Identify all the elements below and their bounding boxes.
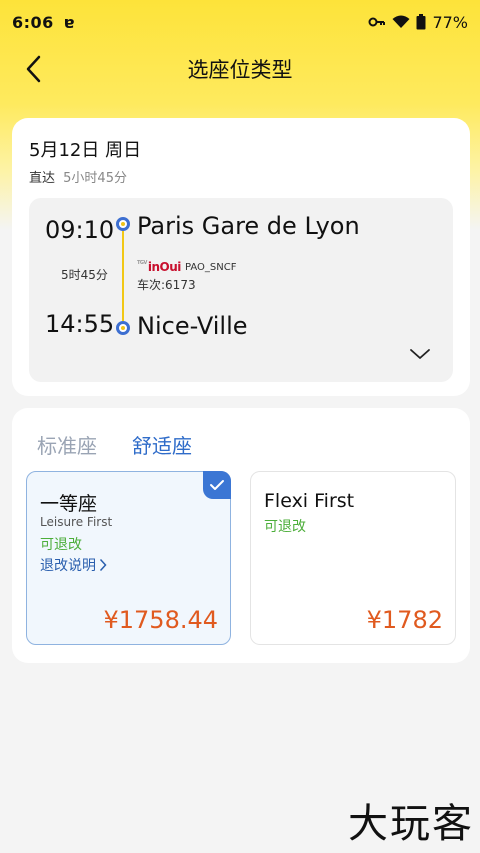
watermark-logo: 大玩客 bbox=[348, 801, 474, 847]
route-details[interactable]: 09:10 5时45分 14:55 Paris Gare de Lyon TGV… bbox=[29, 198, 453, 382]
page-title: 选座位类型 bbox=[187, 58, 293, 82]
train-number: 车次:6173 bbox=[137, 278, 196, 292]
option-price: ¥1782 bbox=[366, 606, 443, 634]
option-english-name: Leisure First bbox=[40, 515, 113, 529]
arrival-dot bbox=[116, 321, 130, 335]
expand-button[interactable] bbox=[409, 346, 431, 360]
total-duration: 5小时45分 bbox=[63, 171, 127, 186]
route-line bbox=[122, 231, 124, 321]
option-refund: 可退改 bbox=[264, 519, 306, 535]
operator-code: PAO_SNCF bbox=[185, 261, 237, 273]
chevron-right-icon bbox=[99, 558, 107, 572]
segment-duration: 5时45分 bbox=[61, 268, 108, 282]
brand-name: inOui bbox=[147, 260, 182, 274]
departure-dot bbox=[116, 217, 130, 231]
key-icon bbox=[368, 16, 386, 28]
nav-bar: 选座位类型 bbox=[0, 44, 480, 94]
seat-option-leisure-first[interactable]: 一等座 Leisure First 可退改 退改说明 ¥1758.44 bbox=[26, 471, 231, 645]
brand-prefix: TGV bbox=[137, 260, 147, 266]
back-arrow-icon bbox=[26, 55, 41, 83]
seat-class-card: 标准座 舒适座 一等座 Leisure First 可退改 退改说明 ¥1758… bbox=[12, 408, 470, 663]
refund-rules-label: 退改说明 bbox=[40, 558, 96, 574]
train-brand-logo: TGV inOui bbox=[137, 260, 182, 274]
departure-station: Paris Gare de Lyon bbox=[137, 212, 360, 240]
arrival-time: 14:55 bbox=[45, 310, 115, 338]
direct-label: 直达 bbox=[29, 171, 56, 186]
refund-rules-link[interactable]: 退改说明 bbox=[40, 555, 107, 575]
chevron-down-icon bbox=[410, 349, 430, 359]
status-right: 77% bbox=[368, 13, 468, 32]
status-bar: 6:06 ɐ 77% bbox=[0, 0, 480, 44]
option-name: 一等座 bbox=[40, 493, 98, 515]
seat-option-flexi-first[interactable]: Flexi First 可退改 ¥1782 bbox=[250, 471, 456, 645]
option-name: Flexi First bbox=[264, 490, 355, 512]
tab-comfort[interactable]: 舒适座 bbox=[132, 430, 192, 459]
battery-icon bbox=[416, 14, 426, 30]
status-time: 6:06 bbox=[12, 12, 54, 32]
option-price: ¥1758.44 bbox=[103, 606, 218, 634]
app-notification-icon: ɐ bbox=[63, 12, 75, 32]
battery-percent: 77% bbox=[432, 12, 468, 32]
trip-subtitle: 直达 5小时45分 bbox=[29, 167, 127, 186]
departure-time: 09:10 bbox=[45, 216, 115, 244]
operator-info: TGV inOui PAO_SNCF bbox=[137, 260, 237, 274]
trip-date: 5月12日 周日 bbox=[29, 140, 142, 161]
tab-standard[interactable]: 标准座 bbox=[37, 430, 97, 459]
trip-summary-card: 5月12日 周日 直达 5小时45分 09:10 5时45分 14:55 Par… bbox=[12, 118, 470, 396]
check-icon bbox=[210, 480, 224, 490]
arrival-station: Nice-Ville bbox=[137, 312, 248, 340]
selected-check-badge bbox=[203, 471, 231, 499]
back-button[interactable] bbox=[18, 52, 48, 86]
option-refund: 可退改 bbox=[40, 537, 82, 553]
wifi-icon bbox=[392, 15, 410, 29]
